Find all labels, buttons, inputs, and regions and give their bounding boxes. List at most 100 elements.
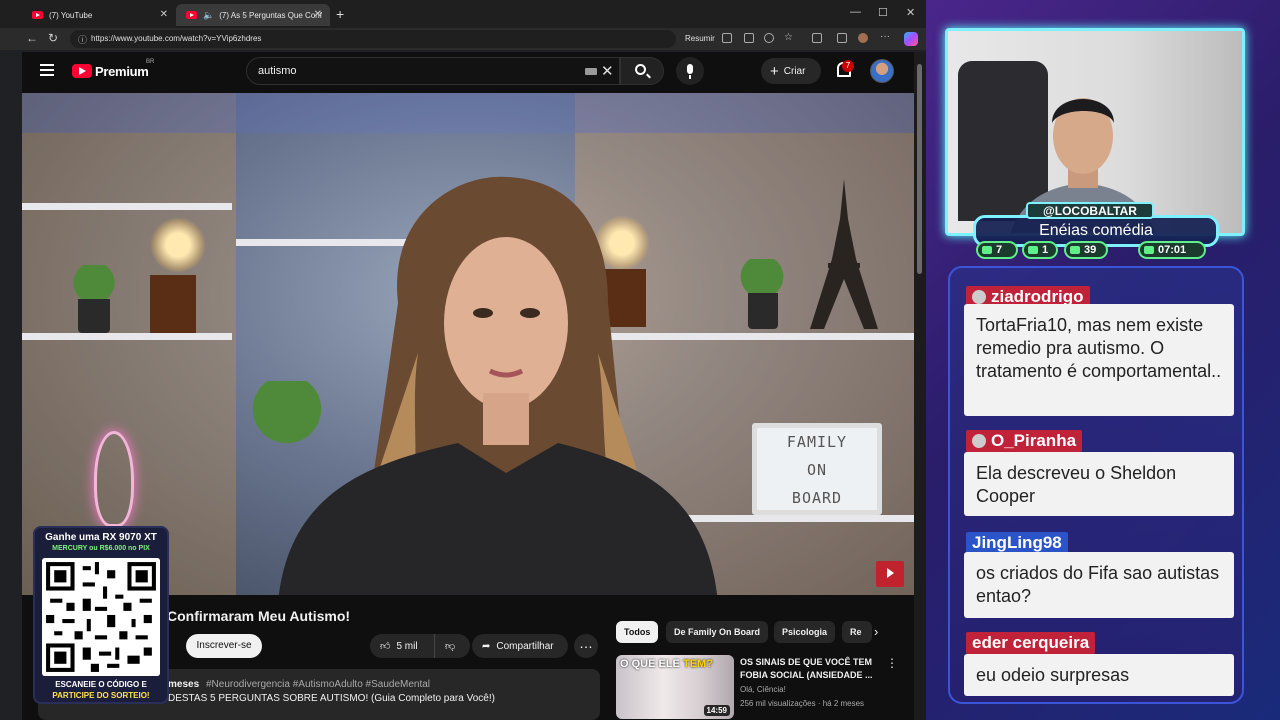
reload-icon[interactable]: ↻	[48, 31, 58, 45]
thumbs-down-icon: 👎︎	[445, 641, 456, 652]
search-input[interactable]: autismo ✕	[246, 57, 620, 85]
chat-username: O_Piranha	[966, 430, 1083, 452]
clear-search-icon[interactable]: ✕	[601, 62, 614, 80]
search-button[interactable]	[620, 57, 664, 85]
chat-count-stat: 7	[976, 241, 1018, 259]
like-button[interactable]: 👍︎ 5 mil	[370, 634, 434, 658]
youtube-logo-icon[interactable]	[72, 64, 92, 78]
speaker-icon[interactable]: 🔈	[203, 10, 214, 21]
menu-icon[interactable]	[40, 64, 54, 76]
recommended-thumbnail[interactable]: O QUE ELE TEM? 14:59	[616, 655, 734, 719]
chat-message: os criados do Fifa sao autistas entao?	[964, 552, 1234, 618]
neon-sign	[94, 431, 134, 527]
tab-label: (7) YouTube	[49, 10, 93, 20]
scrollbar-thumb[interactable]	[917, 64, 922, 274]
clock-icon: 07:01	[1158, 244, 1187, 256]
giveaway-footer: ESCANEIE O CÓDIGO E	[55, 680, 147, 689]
chat-username: eder cerqueira	[966, 632, 1096, 654]
viewers-stat: 39	[1064, 241, 1108, 259]
summarize-button[interactable]: Resumir	[685, 34, 715, 43]
hashtags[interactable]: #Neurodivergencia #AutismoAdulto #SaudeM…	[206, 679, 430, 690]
dislike-button[interactable]: 👎︎	[434, 634, 470, 658]
chat-panel: ziadrodrigo TortaFria10, mas nem existe …	[948, 266, 1244, 704]
zoom-icon[interactable]	[764, 33, 774, 43]
page-scrollbar[interactable]	[914, 52, 926, 720]
region-label: BR	[146, 59, 155, 65]
chevron-right-icon[interactable]: ›	[874, 624, 878, 639]
video-duration: 14:59	[703, 705, 730, 716]
video-pot	[78, 299, 110, 333]
voice-search-button[interactable]	[676, 57, 704, 85]
more-menu-icon[interactable]: ···	[880, 31, 890, 42]
recommended-channel[interactable]: Olá, Ciência!	[740, 685, 786, 694]
eiffel-tower-figure	[810, 179, 878, 329]
extension-icon[interactable]	[837, 33, 847, 43]
profile-avatar[interactable]	[858, 33, 868, 43]
favorite-star-icon[interactable]: ☆	[784, 32, 794, 43]
tab-bar: (7) YouTube ✕ 🔈 (7) As 5 Perguntas Que C…	[0, 0, 926, 28]
site-info-icon[interactable]: ⓘ	[78, 33, 87, 46]
maximize-icon[interactable]: ☐	[878, 6, 888, 19]
streamer-handle: @LOCOBALTAR	[1026, 202, 1154, 219]
search-icon	[635, 64, 646, 75]
video-shelf	[22, 333, 232, 340]
reader-icon[interactable]	[744, 33, 754, 43]
translate-icon[interactable]	[722, 33, 732, 43]
plus-icon: +	[770, 62, 779, 80]
chip-todos[interactable]: Todos	[616, 621, 659, 643]
chip-next-item[interactable]: Re	[842, 621, 872, 643]
family-on-board-sign: FAMILY ON BOARD	[752, 423, 882, 515]
tab-video[interactable]: 🔈 (7) As 5 Perguntas Que Conf ✕	[176, 4, 330, 26]
chat-message: TortaFria10, mas nem existe remedio pra …	[964, 304, 1234, 416]
address-toolbar: ← ↻ ⓘ https://www.youtube.com/watch?v=YV…	[0, 28, 926, 50]
recommended-title[interactable]: OS SINAIS DE QUE VOCÊ TEM FOBIA SOCIAL (…	[740, 656, 880, 682]
keyboard-icon[interactable]	[585, 68, 597, 75]
youtube-count-stat: 1	[1022, 241, 1058, 259]
account-avatar[interactable]	[870, 59, 894, 83]
thumbs-up-icon: 👍︎	[380, 641, 391, 652]
giveaway-footer-cta: PARTICIPE DO SORTEIO!	[52, 691, 150, 700]
youtube-icon: 1	[1042, 244, 1049, 256]
minimize-icon[interactable]: —	[850, 6, 861, 18]
share-label: Compartilhar	[496, 640, 554, 652]
video-candle	[150, 275, 196, 333]
giveaway-headline: Ganhe uma RX 9070 XT	[45, 532, 157, 543]
search-query: autismo	[258, 65, 297, 77]
create-button[interactable]: + Criar	[761, 58, 821, 84]
user-badge-icon	[972, 434, 986, 448]
close-tab-icon[interactable]: ✕	[314, 9, 322, 20]
youtube-premium-logo[interactable]: Premium	[95, 64, 149, 79]
video-lamp	[150, 217, 206, 273]
thumbnail-text: O QUE ELE TEM?	[620, 658, 713, 670]
giveaway-subline: MERCURY ou R$6.000 no PIX	[52, 545, 150, 552]
subscribe-button[interactable]: Inscrever-se	[186, 634, 262, 658]
video-player[interactable]: FAMILY ON BOARD	[22, 93, 914, 595]
more-options-icon[interactable]: ⋮	[886, 656, 898, 670]
user-badge-icon	[972, 290, 986, 304]
chip-family-on-board[interactable]: De Family On Board	[666, 621, 769, 643]
video-shelf	[22, 203, 232, 210]
channel-watermark-icon[interactable]	[876, 561, 904, 587]
address-bar[interactable]: ⓘ https://www.youtube.com/watch?v=YVip6z…	[70, 30, 676, 48]
video-title: Confirmaram Meu Autismo!	[167, 608, 351, 624]
share-button[interactable]: ➦ Compartilhar	[472, 634, 568, 658]
tab-youtube-home[interactable]: (7) YouTube ✕	[22, 4, 176, 26]
back-icon[interactable]: ←	[26, 31, 38, 45]
copilot-icon[interactable]	[904, 32, 918, 46]
more-actions-button[interactable]: …	[574, 634, 598, 658]
new-tab-button[interactable]: +	[336, 6, 344, 22]
tab-label: (7) As 5 Perguntas Que Conf	[219, 10, 322, 20]
presenter-figure	[279, 176, 717, 595]
chat-username: JingLing98	[966, 532, 1068, 554]
chat-message: eu odeio surpresas	[964, 654, 1234, 696]
like-count: 5 mil	[396, 640, 418, 652]
chip-psicologia[interactable]: Psicologia	[774, 621, 836, 643]
stream-timer: 07:01	[1138, 241, 1206, 259]
close-window-icon[interactable]: ✕	[906, 6, 915, 19]
close-tab-icon[interactable]: ✕	[160, 9, 168, 20]
viewers-icon: 39	[1084, 244, 1097, 256]
url-text: https://www.youtube.com/watch?v=YVip6zhd…	[91, 34, 262, 43]
share-icon: ➦	[482, 640, 491, 652]
extensions-icon[interactable]	[812, 33, 822, 43]
chat-message: Ela descreveu o Sheldon Cooper	[964, 452, 1234, 516]
